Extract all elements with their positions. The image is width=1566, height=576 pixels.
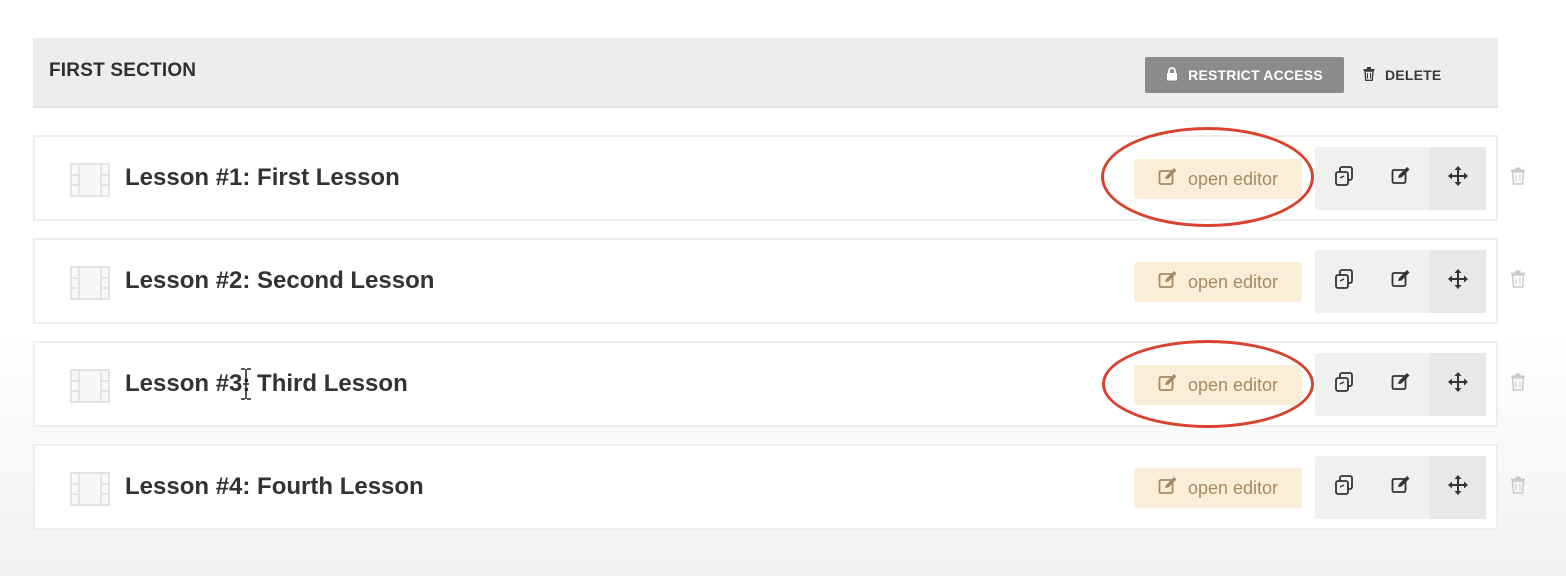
restrict-access-button[interactable]: RESTRICT ACCESS	[1145, 57, 1344, 93]
lesson-title: Lesson #1: First Lesson	[125, 164, 400, 191]
delete-lesson-button[interactable]	[1506, 372, 1530, 396]
open-editor-label: open editor	[1187, 271, 1279, 292]
lesson-title: Lesson #3: Third Lesson	[125, 370, 408, 397]
lock-icon	[1166, 66, 1178, 84]
move-icon	[1447, 165, 1469, 192]
open-editor-button[interactable]: open editor	[1134, 262, 1302, 302]
trash-icon	[1510, 167, 1526, 190]
duplicate-lesson-button[interactable]	[1315, 353, 1372, 416]
lesson-row[interactable]: Lesson #2: Second Lesson open editor	[33, 238, 1498, 324]
edit-lesson-button[interactable]	[1372, 456, 1429, 519]
duplicate-lesson-button[interactable]	[1315, 250, 1372, 313]
lesson-title: Lesson #4: Fourth Lesson	[125, 473, 424, 500]
lesson-actions	[1315, 353, 1486, 416]
trash-icon	[1510, 373, 1526, 396]
delete-section-button[interactable]: DELETE	[1363, 57, 1441, 93]
duplicate-icon	[1333, 165, 1355, 192]
move-lesson-handle[interactable]	[1429, 353, 1486, 416]
trash-icon	[1510, 270, 1526, 293]
duplicate-icon	[1333, 268, 1355, 295]
edit-lesson-button[interactable]	[1372, 250, 1429, 313]
restrict-access-label: RESTRICT ACCESS	[1188, 67, 1323, 83]
trash-icon	[1510, 476, 1526, 499]
lesson-row[interactable]: Lesson #4: Fourth Lesson open editor	[33, 444, 1498, 530]
lesson-actions	[1315, 456, 1486, 519]
lesson-actions	[1315, 250, 1486, 313]
move-icon	[1447, 268, 1469, 295]
edit-icon	[1391, 475, 1411, 500]
lesson-actions	[1315, 147, 1486, 210]
duplicate-icon	[1333, 371, 1355, 398]
duplicate-lesson-button[interactable]	[1315, 147, 1372, 210]
delete-lesson-button[interactable]	[1506, 475, 1530, 499]
edit-icon	[1391, 269, 1411, 294]
film-icon	[70, 163, 110, 197]
move-lesson-handle[interactable]	[1429, 456, 1486, 519]
move-icon	[1447, 474, 1469, 501]
trash-icon	[1363, 66, 1375, 84]
delete-lesson-button[interactable]	[1506, 166, 1530, 190]
edit-icon	[1391, 166, 1411, 191]
edit-icon	[1158, 476, 1178, 501]
delete-lesson-button[interactable]	[1506, 269, 1530, 293]
section-header: FIRST SECTION RESTRICT ACCESS DELETE	[33, 38, 1498, 108]
move-lesson-handle[interactable]	[1429, 147, 1486, 210]
move-icon	[1447, 371, 1469, 398]
film-icon	[70, 369, 110, 403]
open-editor-label: open editor	[1187, 477, 1279, 498]
text-cursor-icon	[238, 366, 254, 402]
highlight-circle	[1102, 340, 1314, 428]
section-title: FIRST SECTION	[49, 60, 197, 81]
duplicate-icon	[1333, 474, 1355, 501]
edit-icon	[1391, 372, 1411, 397]
edit-lesson-button[interactable]	[1372, 147, 1429, 210]
film-icon	[70, 266, 110, 300]
edit-icon	[1158, 270, 1178, 295]
open-editor-button[interactable]: open editor	[1134, 468, 1302, 508]
highlight-circle	[1101, 127, 1314, 227]
move-lesson-handle[interactable]	[1429, 250, 1486, 313]
lesson-title: Lesson #2: Second Lesson	[125, 267, 435, 294]
duplicate-lesson-button[interactable]	[1315, 456, 1372, 519]
edit-lesson-button[interactable]	[1372, 353, 1429, 416]
film-icon	[70, 472, 110, 506]
delete-section-label: DELETE	[1385, 67, 1442, 83]
